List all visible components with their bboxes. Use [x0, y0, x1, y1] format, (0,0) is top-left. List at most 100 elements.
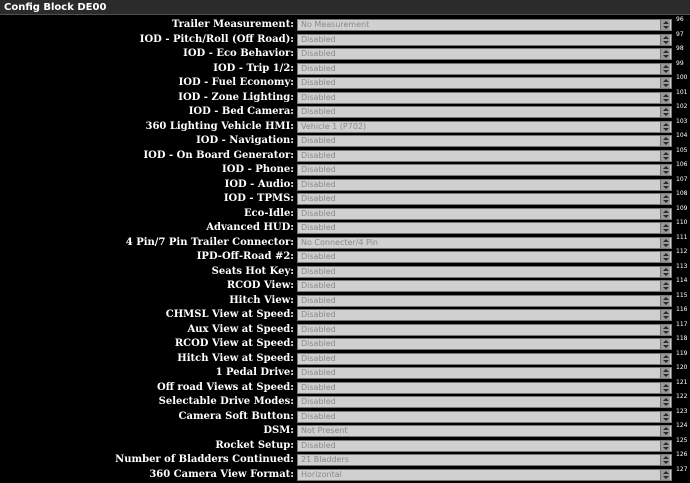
config-row-select[interactable]: Horizontal	[297, 468, 672, 481]
up-down-arrows-icon[interactable]	[660, 455, 670, 465]
up-down-arrows-icon[interactable]	[660, 165, 670, 175]
config-row-select[interactable]: Disabled	[297, 309, 672, 321]
config-row-value: Disabled	[301, 150, 336, 160]
up-down-arrows-icon[interactable]	[660, 223, 670, 233]
config-row: IOD - Pitch/Roll (Off Road): Disabled 97	[0, 30, 690, 48]
config-row: 360 Camera View Format: Horizontal 127	[0, 466, 690, 483]
up-down-arrows-icon[interactable]	[660, 150, 670, 161]
config-row-number: 108	[676, 190, 688, 197]
up-down-arrows-icon[interactable]	[660, 92, 670, 103]
up-down-arrows-icon[interactable]	[660, 208, 670, 219]
up-down-arrows-icon[interactable]	[660, 34, 670, 45]
config-row-select[interactable]: Disabled	[297, 91, 672, 104]
config-row-number: 126	[676, 451, 688, 458]
config-row-select[interactable]: Disabled	[297, 352, 672, 365]
config-row-select[interactable]: Disabled	[297, 396, 672, 408]
up-down-arrows-icon[interactable]	[660, 397, 670, 407]
config-row-select[interactable]: Disabled	[297, 77, 672, 89]
config-row-select[interactable]: Disabled	[297, 33, 672, 46]
up-down-arrows-icon[interactable]	[660, 339, 670, 349]
config-row-select[interactable]: No Measurement	[297, 19, 672, 31]
config-row: Camera Soft Button: Disabled 123	[0, 408, 690, 425]
config-row-select[interactable]: No Connecter/4 Pin	[297, 236, 672, 249]
config-row-select[interactable]: Disabled	[297, 193, 672, 205]
config-row-value: Disabled	[301, 440, 336, 450]
up-down-arrows-icon[interactable]	[660, 295, 670, 306]
up-down-arrows-icon[interactable]	[660, 382, 670, 393]
up-down-arrows-icon[interactable]	[660, 310, 670, 320]
config-row-select[interactable]: Disabled	[297, 106, 672, 118]
config-row-label: RCOD View:	[226, 280, 294, 291]
config-row-select[interactable]: Disabled	[297, 338, 672, 350]
up-down-arrows-icon[interactable]	[660, 353, 670, 364]
config-row-number: 104	[676, 132, 688, 139]
up-down-arrows-icon[interactable]	[660, 469, 670, 480]
config-row-label: Selectable Drive Modes:	[158, 396, 294, 407]
config-row-label: Aux View at Speed:	[187, 323, 294, 335]
config-row-label: 1 Pedal Drive:	[215, 367, 294, 378]
config-row-select[interactable]: Disabled	[297, 149, 672, 162]
config-row-value: Disabled	[301, 295, 336, 305]
up-down-arrows-icon[interactable]	[660, 179, 670, 190]
config-row-select[interactable]: Disabled	[297, 367, 672, 379]
up-down-arrows-icon[interactable]	[660, 411, 670, 422]
config-row-select[interactable]: Disabled	[297, 280, 672, 292]
up-down-arrows-icon[interactable]	[660, 266, 670, 277]
config-row: IOD - Bed Camera: Disabled 102	[0, 103, 690, 120]
config-row-select[interactable]: 21 Bladders	[297, 454, 672, 466]
config-row-select[interactable]: Vehicle 1 (P702)	[297, 120, 672, 133]
config-row-number: 100	[676, 74, 688, 81]
config-row-number: 112	[676, 248, 688, 255]
config-row-select[interactable]: Disabled	[297, 265, 672, 278]
config-row-label: Rocket Setup:	[215, 439, 294, 451]
up-down-arrows-icon[interactable]	[660, 324, 670, 335]
config-row-select[interactable]: Disabled	[297, 135, 672, 147]
config-row-select[interactable]: Disabled	[297, 222, 672, 234]
up-down-arrows-icon[interactable]	[660, 49, 670, 59]
config-row-select[interactable]: Disabled	[297, 323, 672, 336]
config-row: Advanced HUD: Disabled 110	[0, 219, 690, 236]
up-down-arrows-icon[interactable]	[660, 20, 670, 30]
config-row-value: Disabled	[301, 92, 336, 102]
config-row-number: 99	[676, 59, 684, 67]
up-down-arrows-icon[interactable]	[660, 368, 670, 378]
config-row-value: Disabled	[301, 310, 336, 319]
config-row-number: 96	[676, 16, 684, 23]
config-window: Config Block DE00 Trailer Measurement: No…	[0, 0, 690, 483]
up-down-arrows-icon[interactable]	[660, 237, 670, 248]
config-row-select[interactable]: Disabled	[297, 178, 672, 191]
config-row-select[interactable]: Disabled	[297, 164, 672, 176]
up-down-arrows-icon[interactable]	[660, 136, 670, 146]
up-down-arrows-icon[interactable]	[660, 63, 670, 74]
config-row-value: Disabled	[301, 49, 336, 58]
config-row-select[interactable]: Not Present	[297, 425, 672, 437]
config-row-number: 97	[676, 30, 684, 38]
config-row-number: 119	[676, 349, 688, 357]
up-down-arrows-icon[interactable]	[660, 107, 670, 117]
up-down-arrows-icon[interactable]	[660, 281, 670, 291]
config-row-label: IOD - Navigation:	[196, 135, 294, 146]
config-row-value: Disabled	[301, 34, 336, 44]
config-row: IOD - Trip 1/2: Disabled 99	[0, 59, 690, 77]
config-row-select[interactable]: Disabled	[297, 62, 672, 75]
up-down-arrows-icon[interactable]	[660, 426, 670, 436]
config-panel: Trailer Measurement: No Measurement 96 IOD …	[0, 16, 690, 483]
up-down-arrows-icon[interactable]	[660, 252, 670, 262]
up-down-arrows-icon[interactable]	[660, 121, 670, 132]
config-row-label: IOD - Audio:	[224, 178, 294, 190]
config-row-select[interactable]: Disabled	[297, 251, 672, 263]
config-row-select[interactable]: Disabled	[297, 439, 672, 452]
up-down-arrows-icon[interactable]	[660, 194, 670, 204]
config-row-number: 124	[676, 422, 688, 429]
config-row-select[interactable]: Disabled	[297, 410, 672, 423]
config-row-select[interactable]: Disabled	[297, 48, 672, 60]
config-row-label: IOD - Bed Camera:	[188, 106, 294, 117]
up-down-arrows-icon[interactable]	[660, 440, 670, 451]
config-row-select[interactable]: Disabled	[297, 381, 672, 394]
config-row-number: 102	[676, 103, 688, 110]
config-row-select[interactable]: Disabled	[297, 294, 672, 307]
up-down-arrows-icon[interactable]	[660, 78, 670, 88]
config-row: RCOD View at Speed: Disabled 118	[0, 335, 690, 352]
config-row-select[interactable]: Disabled	[297, 207, 672, 220]
config-row-value: Disabled	[301, 63, 336, 73]
